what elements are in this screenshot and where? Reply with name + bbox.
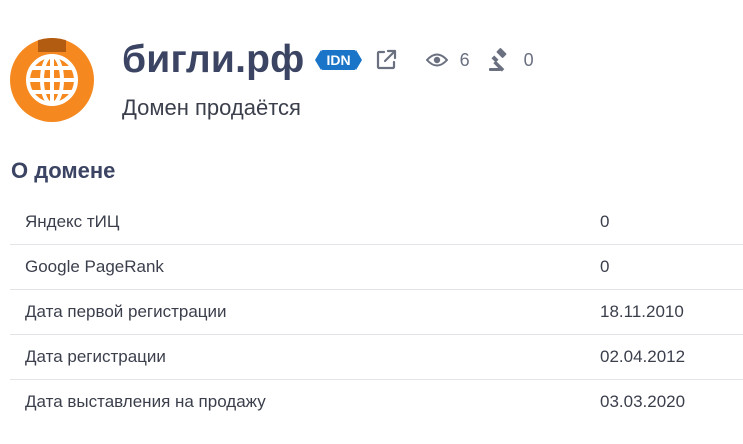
row-label: Дата выставления на продажу — [25, 392, 266, 411]
sale-status: Домен продаётся — [122, 95, 301, 120]
row-value: 02.04.2012 — [600, 347, 686, 366]
domain-header: бигли.рф IDN 6 0 Домен продаётся — [0, 0, 743, 140]
row-label: Яндекс тИЦ — [25, 212, 120, 231]
idn-badge-label: IDN — [321, 50, 356, 70]
idn-badge: IDN — [315, 50, 362, 70]
gavel-icon — [488, 48, 507, 72]
bids-count: 0 — [523, 49, 534, 70]
external-link-button[interactable] — [374, 48, 398, 72]
row-label: Дата регистрации — [25, 347, 166, 366]
table-row: Дата выставления на продажу 03.03.2020 — [10, 380, 743, 424]
table-row: Дата регистрации 02.04.2012 — [10, 335, 743, 380]
domain-name: бигли.рф — [122, 38, 305, 81]
row-value: 0 — [600, 212, 610, 231]
external-link-icon — [376, 49, 396, 70]
views-count: 6 — [459, 49, 470, 70]
row-label: Дата первой регистрации — [25, 302, 227, 321]
globe-icon — [26, 54, 78, 106]
table-row: Яндекс тИЦ 0 — [10, 200, 743, 245]
title-row: бигли.рф IDN 6 0 — [122, 36, 534, 84]
eye-icon — [425, 53, 448, 67]
logo-tab — [38, 38, 66, 52]
bids-stat: 0 — [488, 48, 534, 72]
row-value: 18.11.2010 — [600, 302, 684, 321]
about-table: Яндекс тИЦ 0 Google PageRank 0 Дата перв… — [10, 200, 743, 424]
row-label: Google PageRank — [25, 257, 164, 276]
row-value: 0 — [600, 257, 610, 276]
row-value: 03.03.2020 — [600, 392, 686, 411]
views-stat: 6 — [425, 49, 470, 71]
about-section-title: О домене — [11, 158, 116, 183]
table-row: Google PageRank 0 — [10, 245, 743, 290]
table-row: Дата первой регистрации 18.11.2010 — [10, 290, 743, 335]
domain-logo — [10, 38, 94, 122]
